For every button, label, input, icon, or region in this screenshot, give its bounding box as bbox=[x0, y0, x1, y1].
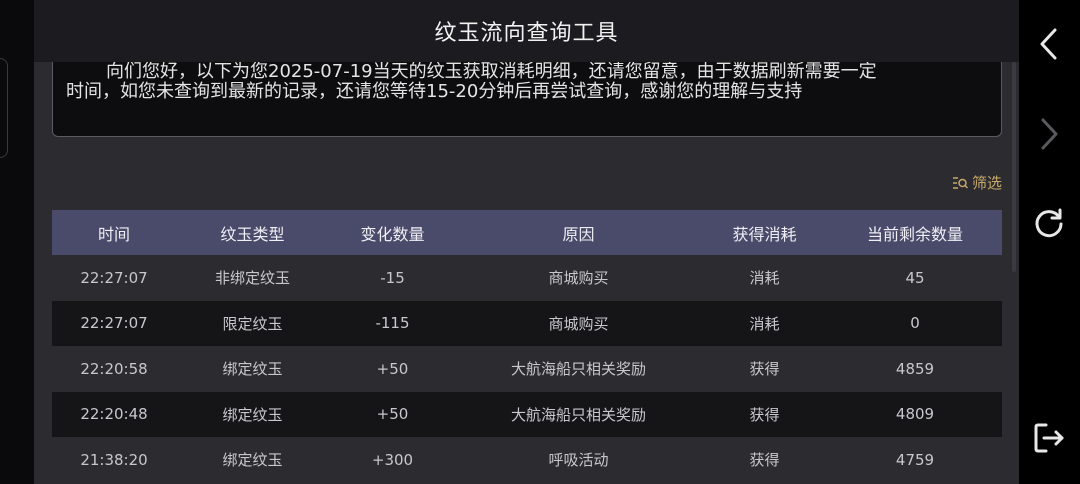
cell-type: 绑定纹玉 bbox=[222, 451, 283, 470]
table-row: 21:38:20 绑定纹玉 +300 呼吸活动 获得 4759 bbox=[52, 437, 1002, 483]
chevron-right-icon bbox=[1041, 118, 1058, 150]
cell-remaining: 4809 bbox=[895, 405, 935, 424]
cell-gain-spend: 获得 bbox=[749, 405, 780, 424]
query-tool-panel: 纹玉流向查询工具 向们您好，以下为您2025-07-19当天的纹玉获取消耗明细，… bbox=[34, 0, 1019, 484]
side-drawer-handle[interactable] bbox=[0, 58, 8, 158]
cell-remaining: 4759 bbox=[895, 450, 935, 469]
chevron-left-icon bbox=[1040, 28, 1057, 60]
cell-remaining: 4859 bbox=[895, 359, 935, 378]
filter-label: 筛选 bbox=[971, 174, 1002, 192]
cell-time: 22:20:48 bbox=[80, 405, 148, 424]
left-edge-strip bbox=[0, 0, 34, 484]
cell-change: -115 bbox=[375, 314, 410, 333]
browser-nav-rail bbox=[1019, 0, 1080, 484]
cell-type: 限定纹玉 bbox=[222, 314, 283, 333]
cell-gain-spend: 获得 bbox=[749, 360, 780, 379]
cell-reason: 大航海船只相关奖励 bbox=[510, 360, 646, 379]
cell-gain-spend: 消耗 bbox=[749, 269, 780, 288]
forward-button[interactable] bbox=[1029, 114, 1069, 154]
page-title: 纹玉流向查询工具 bbox=[434, 21, 619, 46]
title-bar: 纹玉流向查询工具 bbox=[34, 0, 1019, 62]
header-gain-spend: 获得消耗 bbox=[732, 224, 797, 244]
table-header-row: 时间 纹玉类型 变化数量 原因 获得消耗 当前剩余数量 bbox=[52, 210, 1002, 255]
filter-button[interactable]: 筛选 bbox=[952, 172, 1002, 193]
cell-reason: 商城购买 bbox=[548, 269, 609, 288]
header-type: 纹玉类型 bbox=[220, 224, 285, 244]
table-row: 22:27:07 非绑定纹玉 -15 商城购买 消耗 45 bbox=[52, 255, 1002, 301]
cell-gain-spend: 获得 bbox=[749, 451, 780, 470]
cell-gain-spend: 消耗 bbox=[749, 314, 780, 333]
exit-button[interactable] bbox=[1029, 418, 1069, 458]
cell-change: +50 bbox=[376, 405, 409, 424]
cell-change: +300 bbox=[371, 450, 414, 469]
cell-type: 绑定纹玉 bbox=[222, 360, 283, 379]
cell-reason: 大航海船只相关奖励 bbox=[510, 405, 646, 424]
table-row: 22:27:07 限定纹玉 -115 商城购买 消耗 0 bbox=[52, 300, 1002, 346]
back-button[interactable] bbox=[1029, 24, 1069, 64]
header-change: 变化数量 bbox=[360, 224, 425, 244]
cell-reason: 呼吸活动 bbox=[548, 451, 609, 470]
cell-time: 22:27:07 bbox=[80, 314, 148, 333]
cell-change: -15 bbox=[380, 268, 405, 287]
record-table: 时间 纹玉类型 变化数量 原因 获得消耗 当前剩余数量 22:27:07 非绑定… bbox=[52, 210, 1002, 483]
header-time: 时间 bbox=[97, 224, 130, 244]
refresh-button[interactable] bbox=[1029, 204, 1069, 244]
cell-change: +50 bbox=[376, 359, 409, 378]
cell-remaining: 45 bbox=[905, 268, 925, 287]
cell-reason: 商城购买 bbox=[548, 314, 609, 333]
scrollbar[interactable] bbox=[1012, 62, 1016, 272]
table-row: 22:20:48 绑定纹玉 +50 大航海船只相关奖励 获得 4809 bbox=[52, 391, 1002, 437]
cell-type: 非绑定纹玉 bbox=[214, 269, 290, 288]
header-reason: 原因 bbox=[562, 224, 595, 244]
refresh-icon bbox=[1035, 208, 1063, 238]
cell-remaining: 0 bbox=[910, 314, 920, 333]
cell-time: 22:27:07 bbox=[80, 268, 148, 287]
cell-time: 22:20:58 bbox=[80, 359, 148, 378]
filter-icon bbox=[952, 176, 968, 189]
cell-time: 21:38:20 bbox=[80, 450, 148, 469]
cell-type: 绑定纹玉 bbox=[222, 405, 283, 424]
exit-icon bbox=[1034, 423, 1064, 453]
notice-line-2: 时间，如您未查询到最新的记录，还请您等待15-20分钟后再尝试查询，感谢您的理解… bbox=[66, 81, 803, 102]
table-row: 22:20:58 绑定纹玉 +50 大航海船只相关奖励 获得 4859 bbox=[52, 346, 1002, 392]
header-remaining: 当前剩余数量 bbox=[866, 224, 963, 244]
